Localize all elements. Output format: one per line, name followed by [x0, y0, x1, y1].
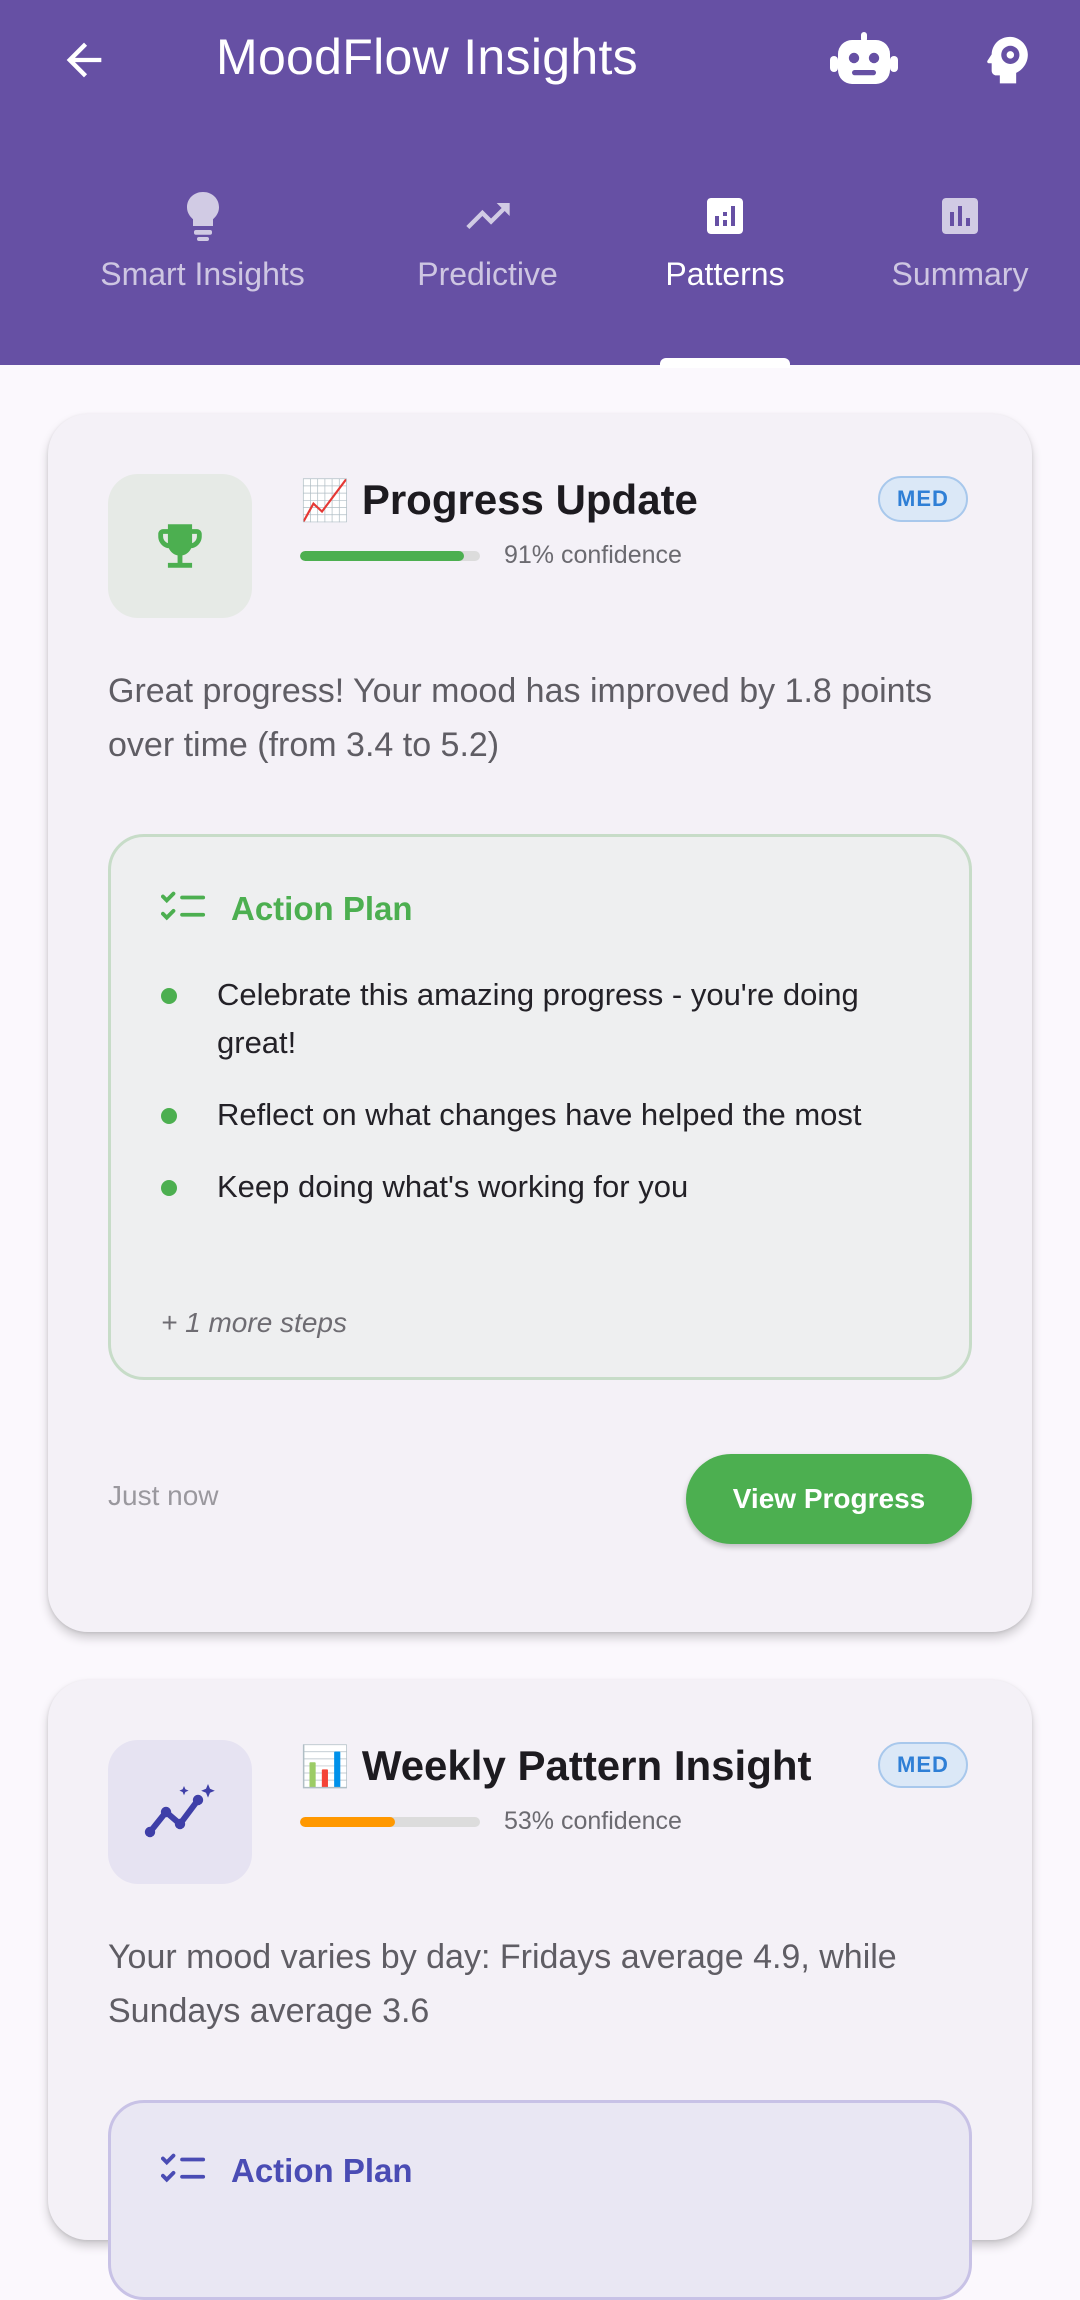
step-text: Keep doing what's working for you: [217, 1169, 689, 1204]
insight-description: Your mood varies by day: Fridays average…: [108, 1938, 897, 2030]
list-item: Celebrate this amazing progress - you're…: [161, 971, 921, 1067]
arrow-left-icon: [66, 42, 102, 78]
bar-chart-emoji: 📊: [300, 1744, 350, 1790]
top-bar: MoodFlow Insights: [0, 0, 1080, 124]
tab-predictive[interactable]: Predictive: [400, 190, 575, 365]
trophy-icon: [158, 524, 202, 568]
confidence-bar-fill: [300, 551, 464, 561]
checklist-icon: [161, 2153, 206, 2183]
trending-up-icon: [465, 203, 510, 229]
action-plan-header: Action Plan: [161, 889, 413, 929]
bullet-dot: [161, 1180, 177, 1196]
tab-smart-insights[interactable]: Smart Insights: [80, 190, 325, 365]
bullet-dot: [161, 988, 177, 1004]
insight-title: 📈 Progress Update: [300, 476, 698, 524]
robot-icon: [830, 32, 898, 84]
tab-label: Summary: [891, 256, 1029, 292]
list-item: Keep doing what's working for you: [161, 1163, 921, 1211]
insight-title: 📊 Weekly Pattern Insight: [300, 1742, 812, 1790]
insight-description: Great progress! Your mood has improved b…: [108, 672, 933, 764]
confidence-bar: [300, 551, 480, 561]
tab-label: Smart Insights: [100, 256, 305, 292]
insight-icon-tile: [108, 474, 252, 618]
list-item: Reflect on what changes have helped the …: [161, 1091, 921, 1139]
bar-chart-icon: [707, 198, 743, 234]
tab-bar: Smart Insights Predictive Patterns Summa…: [0, 190, 1080, 365]
sparkle-trend-icon: [144, 1784, 215, 1838]
action-plan-steps: Celebrate this amazing progress - you're…: [161, 971, 921, 1235]
insight-icon-tile: [108, 1740, 252, 1884]
app-bar: MoodFlow Insights Smart Insights Predict…: [0, 0, 1080, 368]
action-plan-title: Action Plan: [231, 2152, 413, 2189]
tab-label: Predictive: [417, 256, 558, 292]
confidence-text: 53% confidence: [504, 1807, 682, 1835]
checklist-icon: [161, 891, 206, 921]
bullet-dot: [161, 1108, 177, 1124]
confidence-text: 91% confidence: [504, 541, 682, 569]
insight-title-text: Weekly Pattern Insight: [361, 1742, 812, 1789]
priority-badge: MED: [878, 1742, 968, 1788]
confidence-bar: [300, 1817, 480, 1827]
back-button[interactable]: [54, 30, 114, 90]
insight-settings-button[interactable]: [976, 28, 1040, 92]
insight-title-text: Progress Update: [361, 476, 698, 523]
timestamp: Just now: [108, 1480, 219, 1511]
bar-chart-icon: [942, 198, 978, 234]
ai-assistant-button[interactable]: [828, 28, 900, 92]
insight-card-progress[interactable]: 📈 Progress Update MED 91% confidence Grea…: [48, 414, 1032, 1632]
step-text: Celebrate this amazing progress - you're…: [217, 977, 859, 1060]
view-progress-button[interactable]: View Progress: [686, 1454, 972, 1544]
insight-card-weekly-pattern[interactable]: 📊 Weekly Pattern Insight MED 53% confiden…: [48, 1680, 1032, 2300]
active-tab-indicator: [660, 358, 790, 368]
step-text: Reflect on what changes have helped the …: [217, 1097, 862, 1132]
brain-settings-icon: [987, 36, 1028, 84]
action-plan-box: Action Plan: [108, 2100, 972, 2300]
confidence-bar-fill: [300, 1817, 396, 1827]
lightbulb-icon: [186, 192, 219, 241]
action-plan-box: Action Plan Celebrate this amazing progr…: [108, 834, 972, 1380]
priority-badge: MED: [878, 476, 968, 522]
action-plan-header: Action Plan: [161, 2151, 413, 2191]
action-plan-title: Action Plan: [231, 890, 413, 927]
more-steps-text: + 1 more steps: [161, 1307, 347, 1338]
chart-increasing-emoji: 📈: [300, 478, 350, 524]
tab-summary[interactable]: Summary: [880, 190, 1040, 365]
page-title: MoodFlow Insights: [216, 29, 638, 85]
tab-patterns[interactable]: Patterns: [655, 190, 795, 365]
tab-label: Patterns: [665, 256, 785, 292]
